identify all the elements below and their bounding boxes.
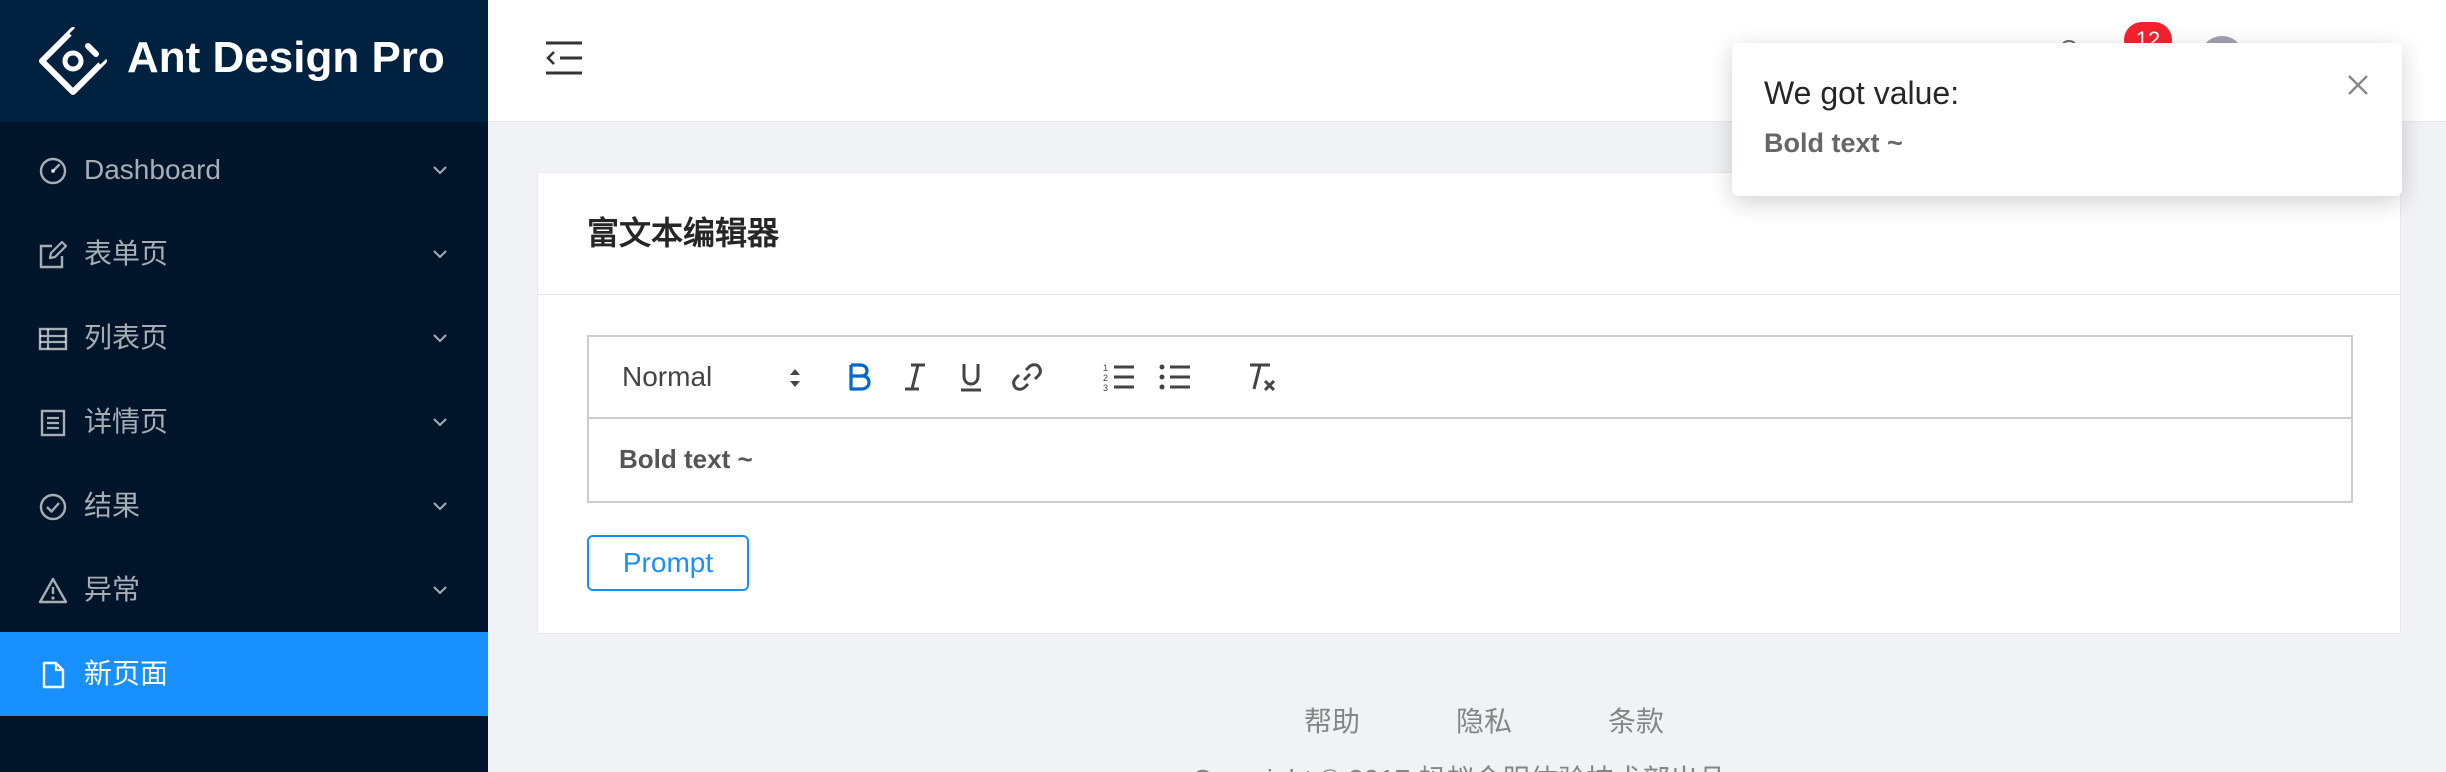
sidebar-item-list[interactable]: 列表页 (0, 296, 488, 380)
underline-icon (961, 364, 981, 392)
format-select-value: Normal (622, 361, 713, 392)
sidebar-item-label: Dashboard (84, 154, 221, 185)
logo-area[interactable]: Ant Design Pro (0, 0, 488, 122)
sidebar-item-label: 列表页 (84, 322, 169, 353)
ordered-list-button[interactable]: 1 2 3 (1101, 359, 1137, 395)
chevron-down-icon (433, 166, 447, 175)
bullet-list-icon (1159, 364, 1190, 390)
sidebar-item-new-page[interactable]: 新页面 (0, 632, 488, 716)
close-icon[interactable] (2346, 73, 2370, 97)
svg-text:2: 2 (1103, 373, 1108, 383)
sidebar-item-result[interactable]: 结果 (0, 464, 488, 548)
clear-format-icon (1250, 363, 1276, 392)
file-icon (42, 661, 65, 689)
sidebar: Ant Design Pro Dashboard 表单页 列表页 详情页 结果 … (0, 0, 488, 772)
sidebar-item-form[interactable]: 表单页 (0, 212, 488, 296)
dashboard-icon (39, 157, 67, 185)
chevron-down-icon (433, 250, 447, 259)
svg-text:3: 3 (1103, 383, 1108, 393)
warning-icon (38, 577, 68, 604)
bold-button[interactable] (841, 359, 877, 395)
footer-links: 帮助 隐私 条款 (1304, 700, 1664, 740)
select-arrows-icon (790, 369, 800, 387)
underline-button[interactable] (953, 359, 989, 395)
prompt-button[interactable]: Prompt (587, 535, 749, 591)
footer-link-help[interactable]: 帮助 (1304, 700, 1360, 740)
copyright: Copyright © 2017 蚂蚁金服体验技术部出品 (1192, 758, 1726, 772)
rich-text-editor: Normal 1 2 3 Bold text ~ (587, 335, 2353, 503)
sidebar-item-label: 详情页 (84, 406, 169, 437)
sidebar-item-label: 表单页 (84, 238, 169, 269)
chevron-down-icon (433, 334, 447, 343)
sidebar-item-label: 结果 (84, 490, 141, 521)
italic-icon (905, 363, 925, 391)
sidebar-item-dashboard[interactable]: Dashboard (0, 128, 488, 212)
editor-toolbar: Normal 1 2 3 (589, 337, 2351, 419)
profile-icon (40, 409, 66, 437)
sidebar-menu: Dashboard 表单页 列表页 详情页 结果 异常 新页面 (0, 128, 488, 716)
clear-format-button[interactable] (1243, 359, 1279, 395)
card-title: 富文本编辑器 (587, 215, 780, 251)
notification-title: We got value: (1764, 75, 1960, 111)
chevron-down-icon (433, 418, 447, 427)
ant-logo-icon (39, 26, 108, 95)
bold-icon (849, 363, 871, 391)
format-select[interactable]: Normal (622, 355, 802, 399)
link-button[interactable] (1009, 359, 1045, 395)
footer-link-privacy[interactable]: 隐私 (1456, 700, 1512, 740)
form-icon (39, 240, 68, 269)
check-circle-icon (39, 493, 67, 521)
editor-card: 富文本编辑器 Normal 1 2 3 Bold text ~ Prompt (537, 172, 2401, 634)
menu-fold-icon[interactable] (544, 40, 584, 76)
editor-content[interactable]: Bold text ~ (619, 441, 753, 477)
footer-link-terms[interactable]: 条款 (1608, 700, 1664, 740)
notification-popup: We got value: Bold text ~ (1732, 43, 2402, 196)
bullet-list-button[interactable] (1157, 359, 1193, 395)
ordered-list-icon: 1 2 3 (1103, 363, 1134, 393)
svg-text:1: 1 (1103, 363, 1108, 373)
sidebar-item-profile[interactable]: 详情页 (0, 380, 488, 464)
app-title: Ant Design Pro (127, 33, 445, 82)
chevron-down-icon (433, 586, 447, 595)
sidebar-item-exception[interactable]: 异常 (0, 548, 488, 632)
sidebar-item-label: 新页面 (84, 658, 169, 689)
chevron-down-icon (433, 502, 447, 511)
table-icon (38, 327, 68, 351)
italic-button[interactable] (897, 359, 933, 395)
link-icon (1012, 363, 1042, 391)
notification-description: Bold text ~ (1764, 128, 1903, 158)
sidebar-item-label: 异常 (84, 574, 141, 605)
